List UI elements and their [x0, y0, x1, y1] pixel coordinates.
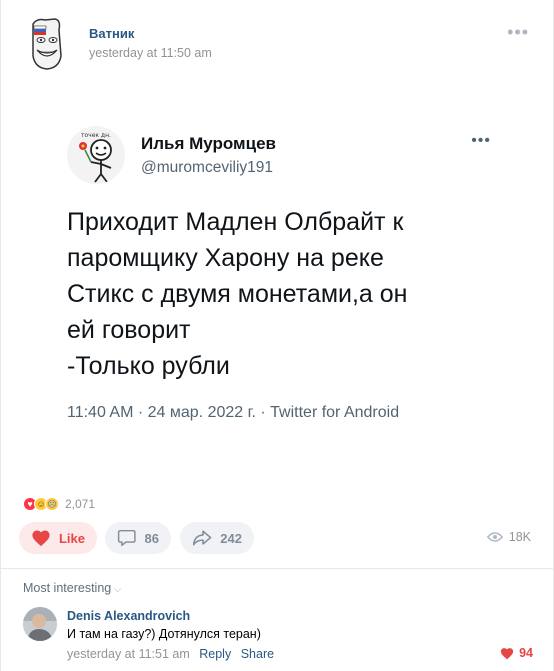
- eye-icon: [486, 532, 503, 542]
- troll-face-avatar-icon: [32, 18, 62, 70]
- comment-likes-count: 94: [519, 646, 533, 660]
- comment-meta: yesterday at 11:51 am Reply Share: [67, 647, 274, 661]
- post-more-icon[interactable]: •••: [507, 23, 529, 41]
- comment-share-link[interactable]: Share: [241, 647, 274, 661]
- comment-button[interactable]: 86: [105, 522, 171, 554]
- tweet-text: Приходит Мадлен Олбрайт к паромщику Харо…: [67, 208, 408, 380]
- tweet-meta: 11:40 AM · 24 мар. 2022 г. · Twitter for…: [67, 404, 400, 421]
- comment-author-name[interactable]: Denis Alexandrovich: [67, 609, 190, 623]
- avatar-caption-text: точек дн.: [81, 132, 111, 139]
- share-button[interactable]: 242: [180, 522, 254, 554]
- group-name-link[interactable]: Ватник: [89, 26, 134, 41]
- heart-icon: [32, 530, 50, 547]
- sad-reaction-icon: ☹: [45, 497, 59, 511]
- reactions-summary[interactable]: ♥ ☺ ☹ 2,071: [23, 494, 95, 514]
- like-button[interactable]: Like: [19, 522, 97, 554]
- tweet-more-icon: •••: [471, 132, 491, 149]
- heart-icon: [500, 647, 514, 659]
- views-count: 18K: [508, 530, 531, 544]
- comment-icon: [117, 529, 136, 547]
- stick-figure-with-flower-icon: точек дн.: [79, 132, 112, 183]
- tweet-author-avatar: точек дн.: [67, 126, 125, 184]
- tweet-author-name: Илья Муромцев: [141, 134, 276, 153]
- comments-sort-label: Most interesting: [23, 581, 112, 595]
- post-actions-bar: Like 86 242 18K: [19, 522, 535, 554]
- comment-timestamp[interactable]: yesterday at 11:51 am: [67, 647, 190, 661]
- comment-reply-link[interactable]: Reply: [199, 647, 231, 661]
- comments-divider: [1, 568, 553, 569]
- group-avatar[interactable]: [21, 16, 71, 72]
- comment-like-button[interactable]: 94: [500, 646, 533, 660]
- post-header: Ватник yesterday at 11:50 am •••: [21, 16, 537, 72]
- shares-count: 242: [220, 530, 242, 546]
- like-button-label: Like: [58, 530, 85, 546]
- comment-author-avatar[interactable]: [23, 607, 57, 641]
- tweet-screenshot-image[interactable]: точек дн. Илья Муромцев @muromceviliy191…: [53, 112, 513, 462]
- comments-count: 86: [144, 530, 159, 546]
- comment-text: И там на газу?) Дотянулся теран): [67, 627, 261, 641]
- user-photo-icon: [23, 607, 57, 641]
- views-counter: 18K: [486, 530, 531, 544]
- chevron-down-icon: ⌵: [114, 584, 122, 594]
- post-timestamp[interactable]: yesterday at 11:50 am: [89, 46, 212, 60]
- comments-sort-dropdown[interactable]: Most interesting ⌵: [23, 581, 121, 595]
- comment-item: Denis Alexandrovich И там на газу?) Дотя…: [23, 606, 535, 666]
- share-arrow-icon: [192, 530, 212, 546]
- reactions-count: 2,071: [65, 497, 96, 511]
- tweet-author-handle: @muromceviliy191: [141, 159, 274, 176]
